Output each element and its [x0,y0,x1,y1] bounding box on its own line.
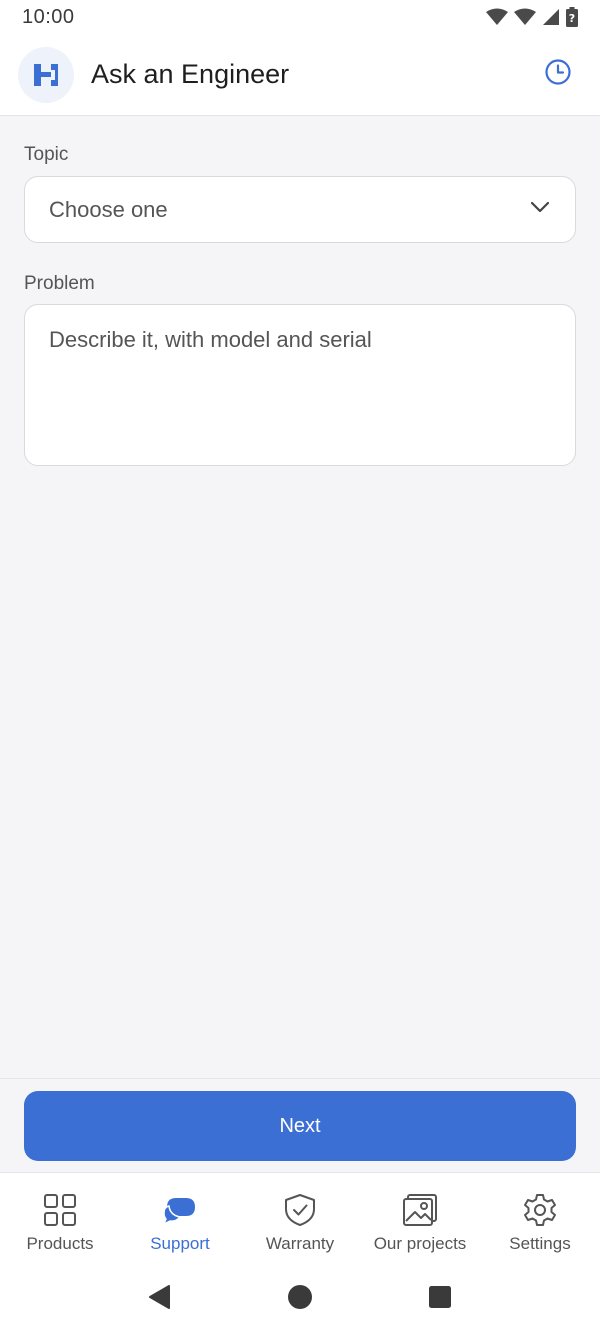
problem-label: Problem [24,273,95,294]
brand-logo-icon [18,46,74,103]
page-title: Ask an Engineer [91,59,290,89]
nav-label-our-projects: Our projects [373,1234,467,1253]
nav-label-warranty: Warranty [265,1234,335,1253]
nav-label-products: Products [26,1234,94,1253]
topic-select[interactable]: Choose one [24,176,576,243]
battery-unknown-icon: ? [566,7,578,27]
status-bar: 10:00 ? [0,0,600,34]
nav-label-settings: Settings [509,1234,571,1253]
recents-icon [428,1285,452,1314]
nav-item-our-projects[interactable]: Our projects [360,1173,480,1262]
status-time: 10:00 [22,5,75,28]
nav-item-support[interactable]: Support [120,1173,240,1262]
wifi-icon [486,8,508,26]
chevron-down-icon [529,200,551,219]
gallery-icon [402,1192,438,1228]
nav-item-products[interactable]: Products [0,1173,120,1262]
recents-button[interactable] [420,1279,460,1319]
back-icon [147,1284,173,1315]
history-clock-icon [544,58,572,91]
chat-bubbles-icon [162,1192,198,1228]
status-icons: ? [486,7,578,27]
topic-label: Topic [24,144,69,165]
bottom-navigation: Products Support Warranty Our projects S… [0,1172,600,1262]
system-navigation-bar [0,1262,600,1336]
problem-textarea[interactable] [49,327,551,443]
app-bar: Ask an Engineer [0,34,600,116]
next-button[interactable]: Next [24,1091,576,1161]
action-area: Next [0,1078,600,1172]
problem-field-container [24,304,576,466]
history-button[interactable] [538,55,578,95]
gear-icon [522,1192,558,1228]
home-button[interactable] [280,1279,320,1319]
nav-item-warranty[interactable]: Warranty [240,1173,360,1262]
home-icon [287,1284,313,1315]
svg-text:?: ? [569,12,575,25]
grid-icon [42,1192,78,1228]
nav-label-support: Support [150,1234,210,1253]
back-button[interactable] [140,1279,180,1319]
shield-check-icon [282,1192,318,1228]
topic-select-value: Choose one [49,196,168,222]
signal-icon [514,8,536,26]
nav-item-settings[interactable]: Settings [480,1173,600,1262]
cellular-icon [542,8,560,26]
